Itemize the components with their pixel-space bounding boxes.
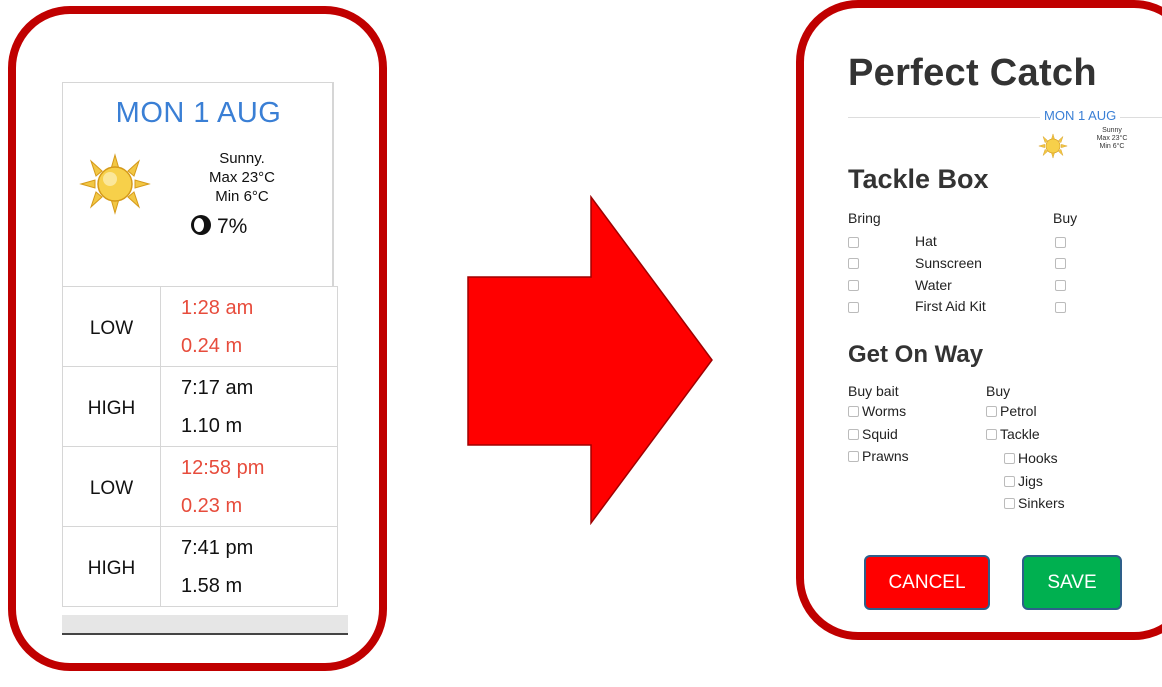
sinkers-option[interactable]: Sinkers (1004, 495, 1065, 511)
weather-tide-card: MON 1 AUG Sunny. Max 23°C Min 6°C 7% LOW… (52, 72, 348, 635)
tackle-item-label: First Aid Kit (915, 298, 986, 314)
tide-time: 7:41 pm (181, 536, 254, 559)
tackle-item-label: Hat (915, 233, 937, 249)
hooks-checkbox[interactable] (1004, 453, 1015, 464)
hooks-option[interactable]: Hooks (1004, 450, 1058, 466)
bring-water-checkbox[interactable] (848, 280, 859, 291)
buy-hat-checkbox[interactable] (1055, 237, 1066, 248)
sun-icon (1038, 133, 1068, 159)
tide-type: HIGH (62, 366, 161, 447)
tide-values: 1:28 am 0.24 m (160, 286, 338, 367)
mini-forecast-date: MON 1 AUG (1040, 108, 1121, 123)
jigs-option[interactable]: Jigs (1004, 473, 1043, 489)
forecast-date: MON 1 AUG (115, 97, 282, 129)
forecast-max: Max 23°C (208, 169, 276, 186)
tackle-option[interactable]: Tackle (986, 426, 1040, 442)
table-row: HIGH 7:17 am 1.10 m (62, 366, 338, 447)
tide-time: 7:17 am (181, 376, 254, 399)
page-title: Perfect Catch (848, 52, 1097, 94)
tide-height: 1.10 m (181, 414, 243, 437)
moon-icon (191, 215, 211, 235)
moon-illumination: 7% (217, 215, 248, 238)
tide-time: 1:28 am (181, 296, 254, 319)
right-phone-frame (796, 0, 1162, 640)
tide-table: LOW 1:28 am 0.24 m HIGH 7:17 am 1.10 m L… (62, 286, 338, 607)
bring-column-label: Bring (848, 210, 881, 226)
mini-forecast-min: Min 6°C (1099, 143, 1125, 150)
squid-option[interactable]: Squid (848, 426, 898, 442)
tide-time: 12:58 pm (181, 456, 265, 479)
tackle-box-heading: Tackle Box (848, 164, 989, 194)
tide-height: 0.24 m (181, 334, 243, 357)
get-on-way-heading: Get On Way (848, 341, 984, 368)
mini-forecast-summary: Sunny Max 23°C Min 6°C (1086, 127, 1138, 151)
moon-phase: 7% (191, 215, 247, 239)
sinkers-label: Sinkers (1018, 495, 1065, 511)
card-divider (332, 82, 334, 286)
cancel-button[interactable]: CANCEL (864, 555, 990, 610)
jigs-label: Jigs (1018, 473, 1043, 489)
arrow-right-icon (467, 195, 713, 525)
tide-values: 12:58 pm 0.23 m (160, 446, 338, 527)
buy-bait-label: Buy bait (848, 383, 899, 399)
buy-column-label: Buy (1053, 210, 1078, 226)
buy-label: Buy (986, 383, 1011, 399)
prawns-checkbox[interactable] (848, 451, 859, 462)
mini-forecast-condition: Sunny (1102, 127, 1122, 134)
table-row: LOW 12:58 pm 0.23 m (62, 446, 338, 527)
tide-values: 7:17 am 1.10 m (160, 366, 338, 447)
tackle-checkbox[interactable] (986, 429, 997, 440)
buy-first-aid-kit-checkbox[interactable] (1055, 302, 1066, 313)
tide-type: HIGH (62, 526, 161, 607)
sun-icon (79, 153, 151, 215)
tide-height: 0.23 m (181, 494, 243, 517)
bring-first-aid-kit-checkbox[interactable] (848, 302, 859, 313)
tide-height: 1.58 m (181, 574, 243, 597)
table-row: HIGH 7:41 pm 1.58 m (62, 526, 338, 607)
tide-type: LOW (62, 446, 161, 527)
tide-values: 7:41 pm 1.58 m (160, 526, 338, 607)
petrol-checkbox[interactable] (986, 406, 997, 417)
tackle-label: Tackle (1000, 426, 1040, 442)
petrol-option[interactable]: Petrol (986, 403, 1037, 419)
worms-checkbox[interactable] (848, 406, 859, 417)
bring-sunscreen-checkbox[interactable] (848, 258, 859, 269)
tackle-item-label: Water (915, 277, 952, 293)
jigs-checkbox[interactable] (1004, 476, 1015, 487)
petrol-label: Petrol (1000, 403, 1037, 419)
bring-hat-checkbox[interactable] (848, 237, 859, 248)
forecast-condition: Sunny. (219, 150, 265, 167)
prawns-label: Prawns (862, 448, 909, 464)
horizontal-scrollbar[interactable] (62, 615, 348, 635)
buy-water-checkbox[interactable] (1055, 280, 1066, 291)
forecast-summary: Sunny. Max 23°C Min 6°C (183, 149, 301, 206)
squid-label: Squid (862, 426, 898, 442)
forecast-min: Min 6°C (215, 188, 269, 205)
worms-label: Worms (862, 403, 907, 419)
worms-option[interactable]: Worms (848, 403, 906, 419)
tide-type: LOW (62, 286, 161, 367)
save-button[interactable]: SAVE (1022, 555, 1122, 610)
forecast-panel: MON 1 AUG Sunny. Max 23°C Min 6°C 7% (62, 82, 333, 286)
squid-checkbox[interactable] (848, 429, 859, 440)
buy-sunscreen-checkbox[interactable] (1055, 258, 1066, 269)
sinkers-checkbox[interactable] (1004, 498, 1015, 509)
mini-forecast-max: Max 23°C (1096, 135, 1128, 142)
table-row: LOW 1:28 am 0.24 m (62, 286, 338, 367)
prawns-option[interactable]: Prawns (848, 448, 909, 464)
tackle-item-label: Sunscreen (915, 255, 982, 271)
hooks-label: Hooks (1018, 450, 1058, 466)
